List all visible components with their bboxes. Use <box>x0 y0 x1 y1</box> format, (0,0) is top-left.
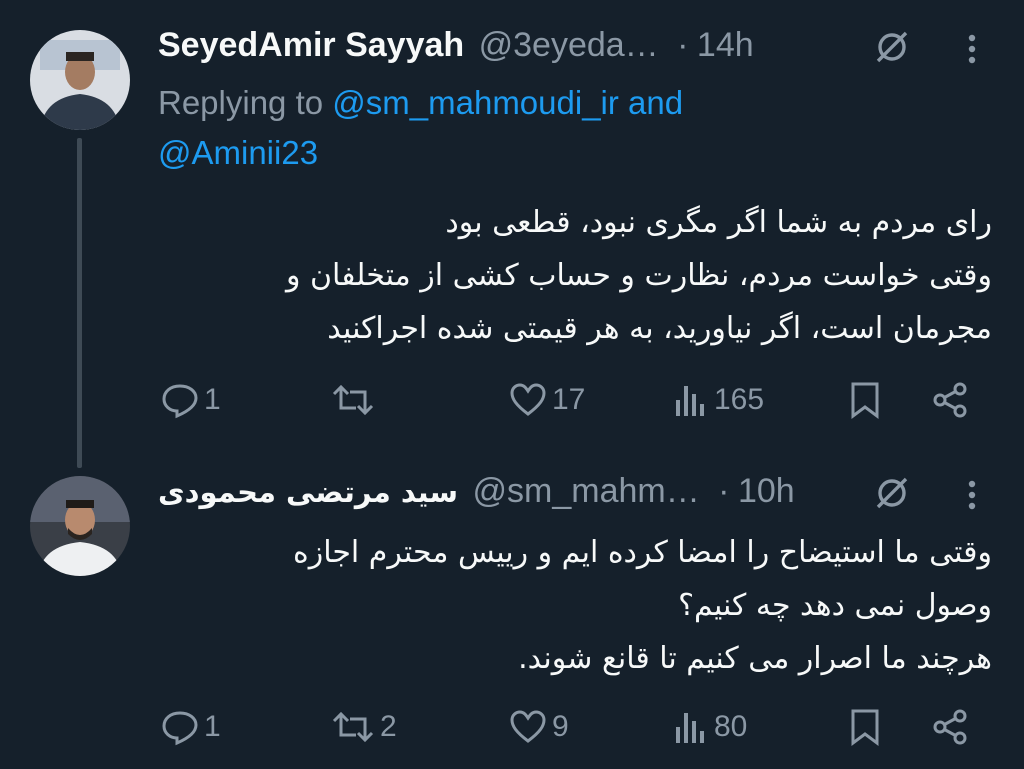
text-line: رای مردم به شما اگر مگری نبود، قطعی بود <box>445 205 992 240</box>
analytics-icon <box>676 386 704 416</box>
heart-icon <box>510 710 546 743</box>
bookmark-button[interactable] <box>848 702 882 752</box>
text-line: وصول نمی دهد چه کنیم؟ <box>678 588 992 623</box>
replying-to: Replying to @sm_mahmoudi_ir and @Aminii2… <box>158 78 858 178</box>
like-button[interactable]: 9 <box>508 702 569 752</box>
bookmark-button[interactable] <box>848 375 882 425</box>
avatar[interactable] <box>30 476 130 576</box>
analytics-icon <box>676 713 704 743</box>
replying-prefix: Replying to <box>158 84 324 121</box>
reply-count: 1 <box>204 710 221 743</box>
retweet-icon <box>332 711 374 743</box>
reply-button[interactable]: 1 <box>160 702 221 752</box>
author-name[interactable]: SeyedAmir Sayyah <box>158 26 464 64</box>
and-text[interactable]: and <box>628 84 683 121</box>
share-button[interactable] <box>930 702 970 752</box>
text-line: وقتی ما استیضاح را امضا کرده ایم و رییس … <box>293 535 992 570</box>
mention-link[interactable]: @sm_mahmoudi_ir <box>332 84 619 121</box>
tweet-text: وقتی ما استیضاح را امضا کرده ایم و رییس … <box>158 526 992 685</box>
views-button[interactable]: 80 <box>674 702 747 752</box>
grok-icon[interactable] <box>872 473 912 518</box>
timestamp[interactable]: 14h <box>697 26 754 64</box>
retweet-count: 2 <box>380 710 397 743</box>
reply-icon <box>162 384 198 419</box>
avatar[interactable] <box>30 30 130 130</box>
share-button[interactable] <box>930 375 970 425</box>
share-icon <box>933 709 967 745</box>
view-count: 165 <box>714 383 765 416</box>
action-bar: 1 2 9 80 <box>158 702 988 752</box>
bookmark-icon <box>851 382 879 419</box>
author-handle[interactable]: @3eyeda… <box>479 26 659 64</box>
separator-dot: · <box>677 26 689 64</box>
reply-count: 1 <box>204 383 221 416</box>
text-line: هرچند ما اصرار می کنیم تا قانع شوند. <box>518 641 992 676</box>
heart-icon <box>510 383 546 416</box>
thread-line <box>77 138 82 468</box>
retweet-button[interactable] <box>330 375 380 425</box>
more-options-icon[interactable] <box>958 31 986 72</box>
separator-dot: · <box>718 472 730 510</box>
share-icon <box>933 382 967 418</box>
grok-icon[interactable] <box>872 27 912 72</box>
text-line: وقتی خواست مردم، نظارت و حساب کشی از متخ… <box>285 258 992 293</box>
author-handle[interactable]: @sm_mahm… <box>473 472 700 510</box>
mention-link[interactable]: @Aminii23 <box>158 134 318 171</box>
retweet-icon <box>332 384 374 416</box>
view-count: 80 <box>714 710 748 743</box>
like-count: 17 <box>552 383 586 416</box>
reply-button[interactable]: 1 <box>160 375 221 425</box>
like-count: 9 <box>552 710 569 743</box>
tweet-text: رای مردم به شما اگر مگری نبود، قطعی بود … <box>158 196 992 355</box>
bookmark-icon <box>851 709 879 746</box>
views-button[interactable]: 165 <box>674 375 764 425</box>
reply-icon <box>162 711 198 746</box>
author-name[interactable]: سید مرتضی محمودی <box>158 475 458 509</box>
action-bar: 1 17 165 <box>158 375 988 425</box>
more-options-icon[interactable] <box>958 477 986 518</box>
like-button[interactable]: 17 <box>508 375 585 425</box>
text-line: مجرمان است، اگر نیاورید، به هر قیمتی شده… <box>327 311 992 346</box>
timestamp[interactable]: 10h <box>738 472 795 510</box>
tweet-1[interactable]: SeyedAmir Sayyah @3eyeda… · 14h Replying… <box>0 0 1024 468</box>
tweet-2[interactable]: سید مرتضی محمودی @sm_mahm… · 10h وقتی ما… <box>0 450 1024 769</box>
retweet-button[interactable]: 2 <box>330 702 397 752</box>
